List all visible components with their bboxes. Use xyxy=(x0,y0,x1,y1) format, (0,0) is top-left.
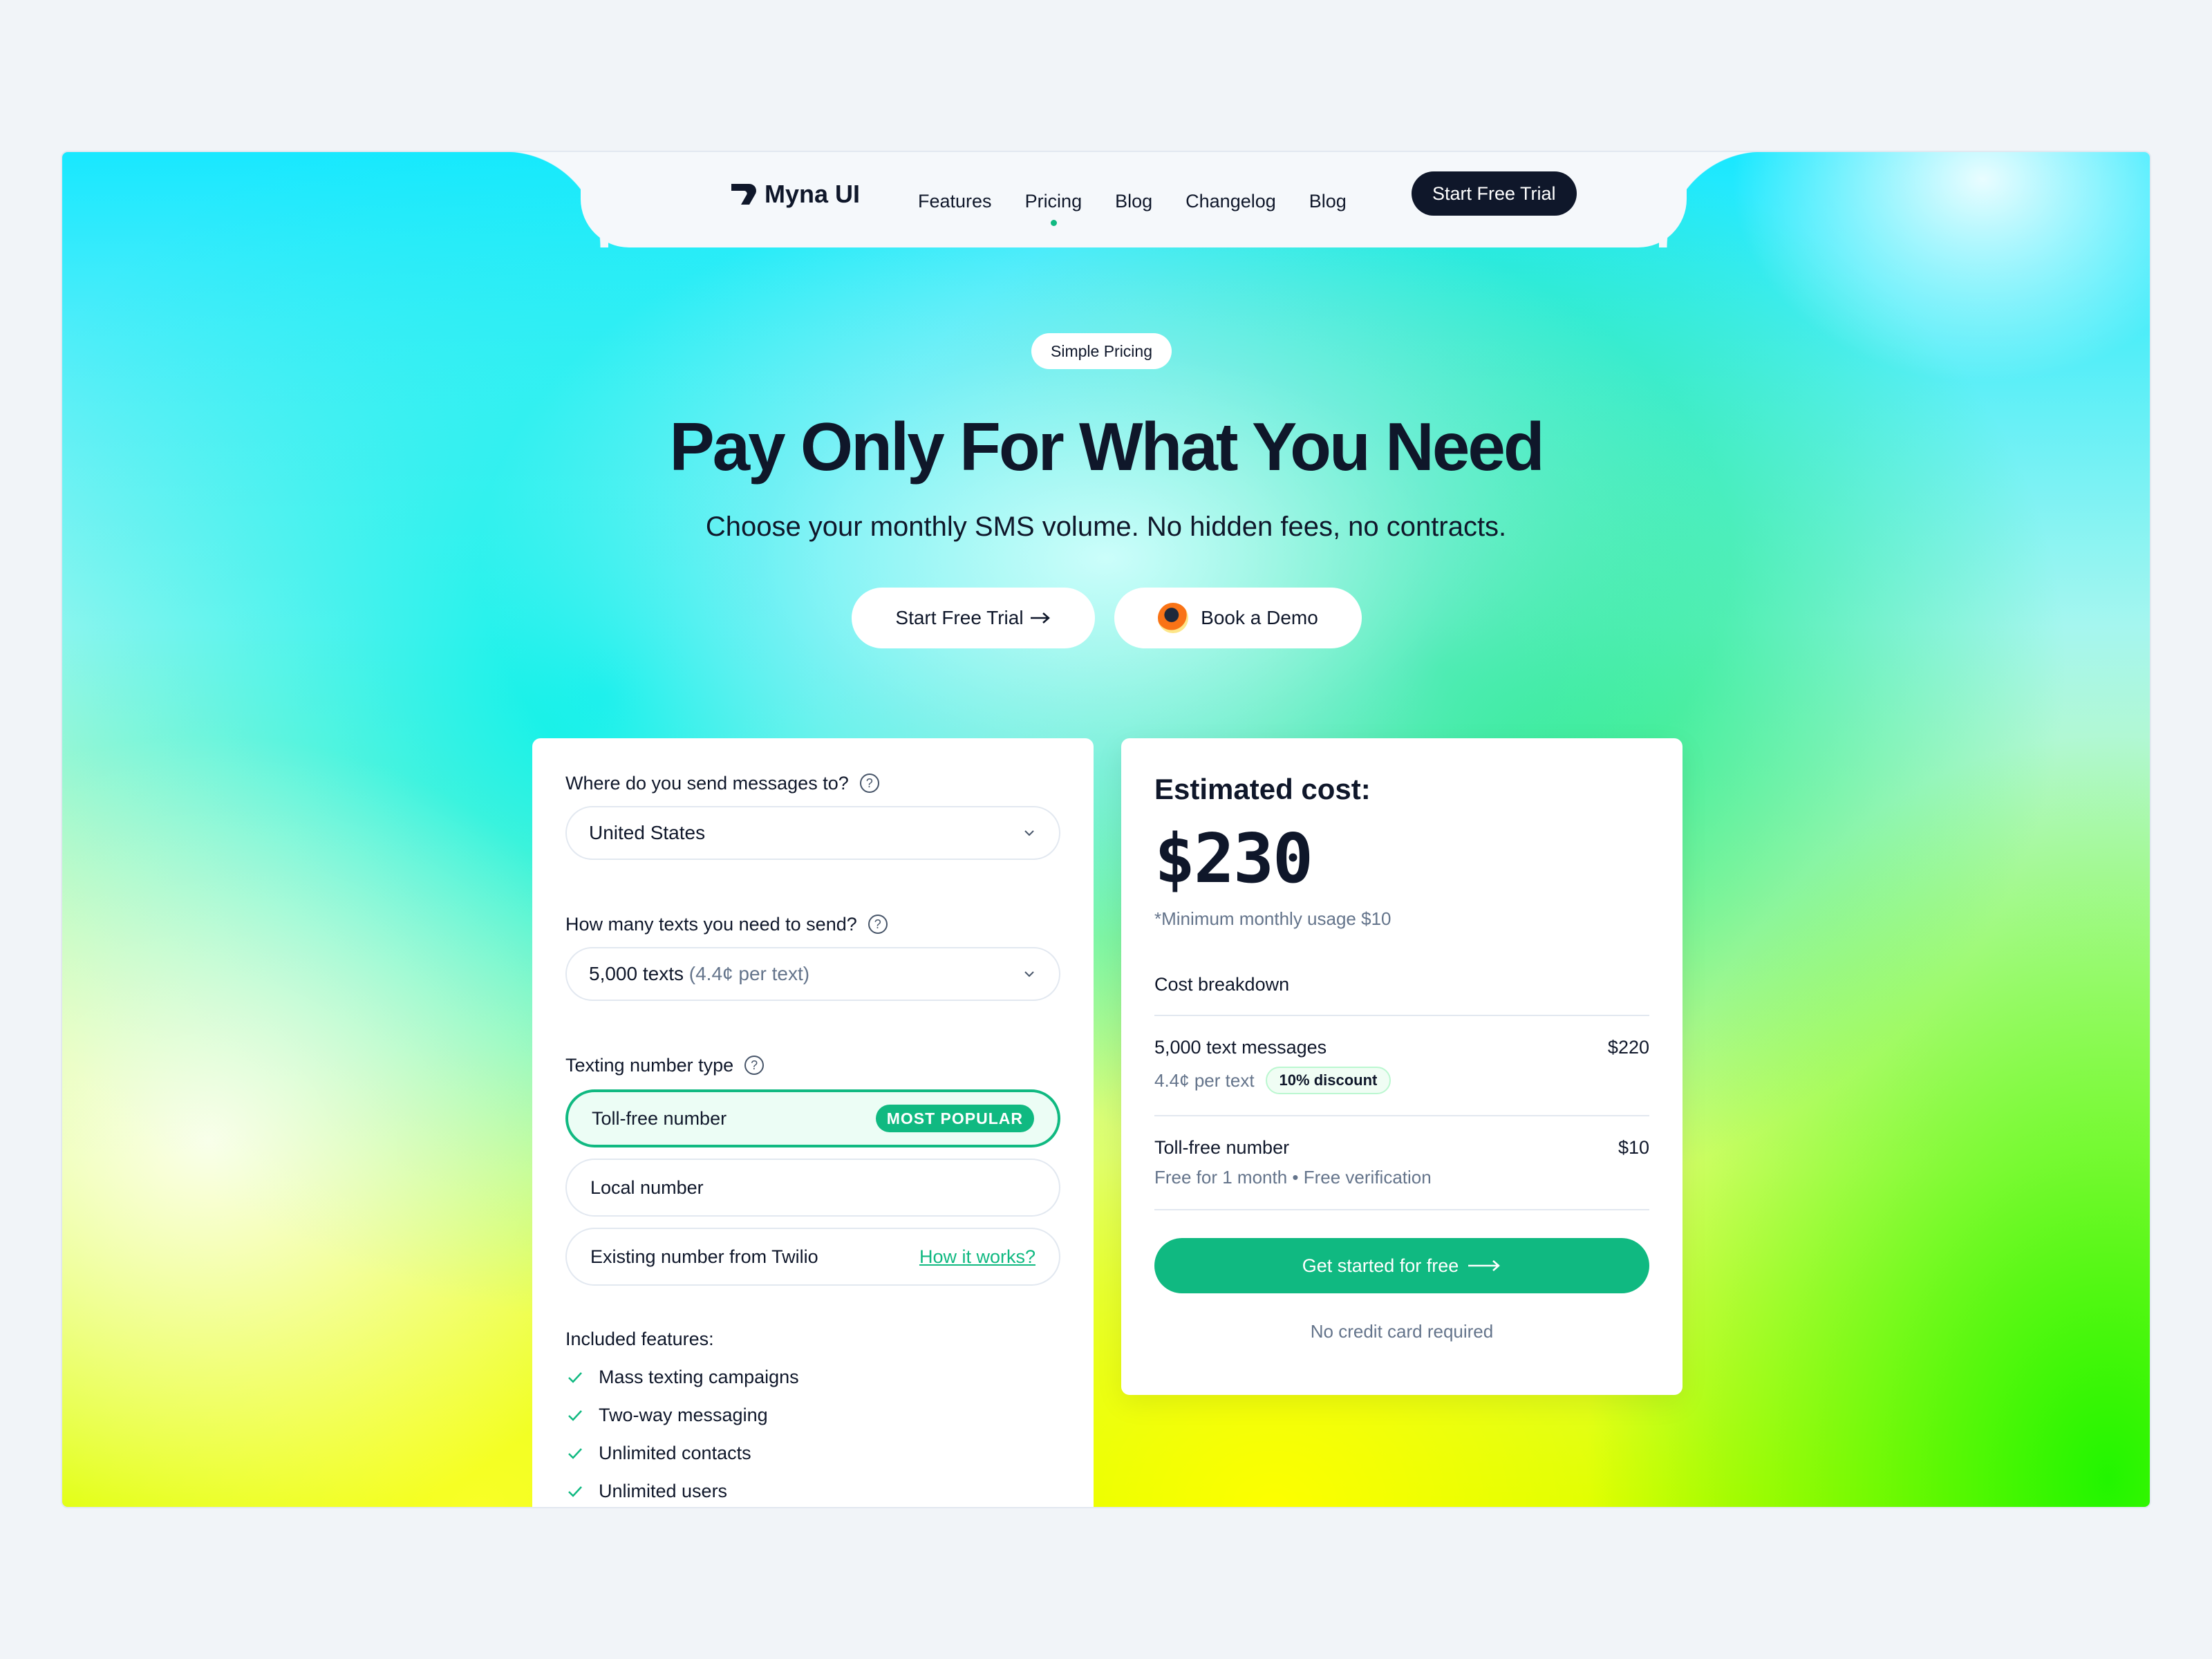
row-label: 5,000 text messages xyxy=(1154,1037,1327,1058)
no-credit-card-note: No credit card required xyxy=(1310,1321,1494,1342)
row-sub: Free for 1 month • Free verification xyxy=(1154,1167,1432,1188)
volume-rate: (4.4¢ per text) xyxy=(688,963,810,984)
volume-question: How many texts you need to send? ? xyxy=(565,912,1060,936)
minimum-usage-note: *Minimum monthly usage $10 xyxy=(1154,908,1391,929)
feature-label: Mass texting campaigns xyxy=(599,1367,799,1387)
logo-icon xyxy=(731,184,756,205)
help-icon[interactable]: ? xyxy=(868,915,888,934)
page-subtitle: Choose your monthly SMS volume. No hidde… xyxy=(705,512,1507,542)
simple-pricing-pill: Simple Pricing xyxy=(1031,333,1172,369)
feature-label: Unlimited contacts xyxy=(599,1443,751,1463)
book-demo-button[interactable]: Book a Demo xyxy=(1114,588,1362,648)
feature-item: Two-way messaging xyxy=(565,1405,1060,1426)
row-amount: $10 xyxy=(1618,1137,1649,1158)
get-started-button[interactable]: Get started for free xyxy=(1154,1238,1649,1293)
feature-item: Mass texting campaigns xyxy=(565,1367,1060,1388)
help-icon[interactable]: ? xyxy=(859,774,879,793)
book-demo-label: Book a Demo xyxy=(1201,607,1318,628)
option-label: Toll-free number xyxy=(592,1107,727,1129)
feature-item: Unlimited contacts xyxy=(565,1443,1060,1464)
destination-question: Where do you send messages to? ? xyxy=(565,771,1060,795)
nav-link-changelog[interactable]: Changelog xyxy=(1185,180,1276,223)
breakdown-row-texts: 5,000 text messages $220 4.4¢ per text 1… xyxy=(1154,1016,1649,1116)
most-popular-badge: MOST POPULAR xyxy=(875,1105,1034,1132)
row-sub: 4.4¢ per text xyxy=(1154,1069,1255,1091)
brand-logo[interactable]: Myna UI xyxy=(729,180,860,209)
arrow-right-icon xyxy=(1468,1260,1501,1271)
nav-link-pricing[interactable]: Pricing xyxy=(1025,180,1082,226)
option-toll-free[interactable]: Toll-free number MOST POPULAR xyxy=(565,1089,1060,1147)
option-label: Existing number from Twilio xyxy=(590,1246,818,1267)
check-icon xyxy=(568,1447,582,1459)
option-existing-twilio[interactable]: Existing number from Twilio How it works… xyxy=(565,1228,1060,1286)
nav-link-blog-2[interactable]: Blog xyxy=(1309,180,1347,223)
check-icon xyxy=(568,1485,582,1497)
avatar xyxy=(1158,603,1189,633)
destination-value: United States xyxy=(589,822,706,843)
destination-label: Where do you send messages to? xyxy=(565,772,849,794)
get-started-label: Get started for free xyxy=(1302,1255,1459,1276)
volume-select[interactable]: 5,000 texts (4.4¢ per text) xyxy=(565,947,1060,1001)
page-title: Pay Only For What You Need xyxy=(669,409,1544,485)
feature-item: Unlimited users xyxy=(565,1481,1060,1502)
top-nav: Myna UI Features Pricing Blog Changelog … xyxy=(581,152,1687,247)
estimate-title: Estimated cost: xyxy=(1154,773,1371,805)
chevron-down-icon xyxy=(1024,971,1034,977)
number-type-question: Texting number type ? xyxy=(565,1053,1060,1077)
page-frame: Myna UI Features Pricing Blog Changelog … xyxy=(61,151,2151,1508)
discount-badge: 10% discount xyxy=(1265,1067,1391,1094)
cost-breakdown-title: Cost breakdown xyxy=(1154,974,1649,1016)
row-label: Toll-free number xyxy=(1154,1137,1290,1158)
chevron-down-icon xyxy=(1024,830,1034,836)
nav-link-features[interactable]: Features xyxy=(918,180,992,223)
arrow-right-icon xyxy=(1030,612,1050,624)
hero-start-trial-label: Start Free Trial xyxy=(895,607,1024,628)
hero-start-trial-button[interactable]: Start Free Trial xyxy=(852,588,1095,648)
feature-label: Two-way messaging xyxy=(599,1405,768,1425)
nav-start-trial-button[interactable]: Start Free Trial xyxy=(1412,171,1577,216)
destination-select[interactable]: United States xyxy=(565,806,1060,860)
how-it-works-link[interactable]: How it works? xyxy=(919,1246,1035,1268)
volume-value: 5,000 texts xyxy=(589,963,684,984)
estimate-card: Estimated cost: $230 *Minimum monthly us… xyxy=(1121,738,1683,1395)
row-amount: $220 xyxy=(1607,1037,1649,1058)
estimated-price: $230 xyxy=(1154,820,1313,899)
check-icon xyxy=(568,1409,582,1421)
brand-name: Myna UI xyxy=(765,180,861,208)
option-local[interactable]: Local number xyxy=(565,1159,1060,1217)
option-label: Local number xyxy=(590,1177,704,1198)
number-type-label: Texting number type xyxy=(565,1054,734,1076)
nav-link-blog[interactable]: Blog xyxy=(1115,180,1152,223)
volume-label: How many texts you need to send? xyxy=(565,913,857,935)
help-icon[interactable]: ? xyxy=(744,1056,765,1075)
nav-links: Features Pricing Blog Changelog Blog xyxy=(918,180,1347,226)
check-icon xyxy=(568,1371,582,1383)
feature-label: Unlimited users xyxy=(599,1481,728,1501)
features-title: Included features: xyxy=(565,1329,714,1349)
pricing-calculator-card: Where do you send messages to? ? United … xyxy=(532,738,1094,1507)
breakdown-row-number: Toll-free number $10 Free for 1 month • … xyxy=(1154,1116,1649,1210)
